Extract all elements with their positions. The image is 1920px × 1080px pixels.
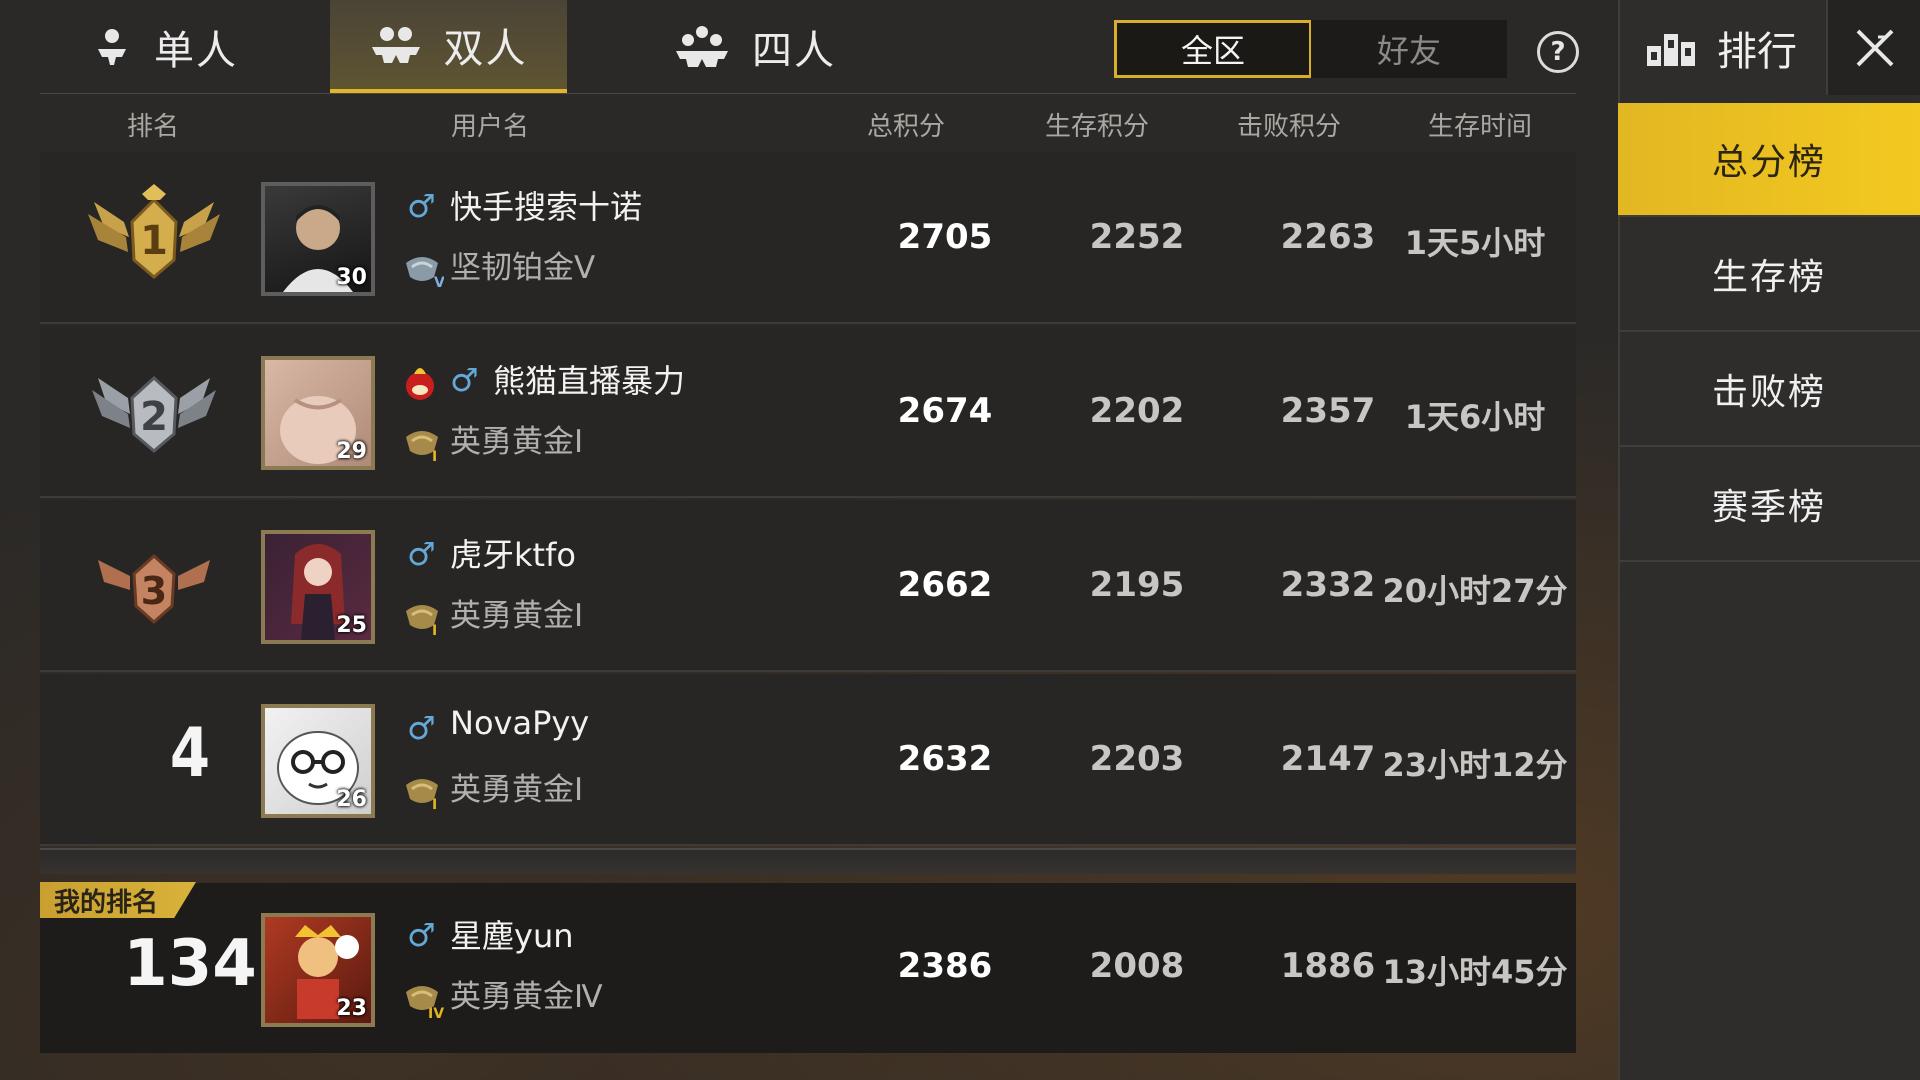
table-row[interactable]: 1 30 ♂ 快手搜索十诺 V 坚韧铂金Ⅴ 2705 2252 2263 1天5… bbox=[40, 152, 1576, 324]
gold-tier-icon: IV bbox=[406, 986, 444, 1020]
panel-title-label: 排行 bbox=[1717, 28, 1797, 75]
panel-title: 排行 bbox=[1618, 0, 1824, 95]
gold-tier-icon: I bbox=[406, 431, 438, 463]
total-score: 2705 bbox=[897, 217, 993, 257]
svg-text:I: I bbox=[432, 449, 437, 463]
platinum-tier-icon: V bbox=[406, 257, 444, 289]
survival-score: 2195 bbox=[1089, 565, 1185, 605]
tab-season-board[interactable]: 赛季榜 bbox=[1618, 448, 1920, 562]
table-row[interactable]: 3 25 ♂ 虎牙ktfo I 英勇黄金Ⅰ 2662 2195 2332 20小… bbox=[40, 500, 1576, 672]
avatar[interactable]: 23 bbox=[261, 913, 375, 1027]
help-icon[interactable]: ? bbox=[1537, 31, 1579, 73]
column-header-defeat: 击败积分 bbox=[1236, 112, 1342, 142]
level-number: 25 bbox=[336, 613, 367, 638]
svg-text:2: 2 bbox=[140, 394, 168, 440]
column-header-survival-time: 生存时间 bbox=[1427, 112, 1533, 142]
tab-solo[interactable]: 单人 bbox=[40, 0, 290, 93]
list-separator bbox=[40, 848, 1576, 874]
tier-label: 英勇黄金Ⅳ bbox=[450, 979, 603, 1015]
male-gender-icon: ♂ bbox=[407, 535, 436, 573]
total-score: 2386 bbox=[897, 946, 993, 986]
total-score: 2674 bbox=[897, 391, 993, 431]
survival-score: 2008 bbox=[1089, 946, 1185, 986]
avatar[interactable]: 29 bbox=[261, 356, 375, 470]
tab-total-board[interactable]: 总分榜 bbox=[1618, 103, 1920, 217]
survival-score: 2202 bbox=[1089, 391, 1185, 431]
player-name[interactable]: 星塵yun bbox=[450, 911, 574, 957]
svg-text:IV: IV bbox=[428, 1006, 444, 1020]
tab-squad-label: 四人 bbox=[752, 27, 836, 74]
player-name[interactable]: 虎牙ktfo bbox=[450, 530, 576, 576]
column-header-total: 总积分 bbox=[866, 112, 946, 142]
tab-defeat-board[interactable]: 击败榜 bbox=[1618, 333, 1920, 447]
svg-text:I: I bbox=[432, 623, 437, 637]
tier-label: 英勇黄金Ⅰ bbox=[450, 424, 584, 460]
gold-tier-icon: I bbox=[406, 605, 438, 637]
table-row[interactable]: 4 26 ♂ NovaPyy I 英勇黄金Ⅰ 2632 2203 2147 23… bbox=[40, 674, 1576, 846]
male-gender-icon: ♂ bbox=[407, 709, 436, 747]
tab-squad[interactable]: 四人 bbox=[630, 0, 880, 93]
player-name[interactable]: 熊猫直播暴力 bbox=[493, 356, 685, 402]
region-friends-button[interactable]: 好友 bbox=[1311, 20, 1507, 78]
avatar[interactable]: 30 bbox=[261, 182, 375, 296]
survival-score: 2252 bbox=[1089, 217, 1185, 257]
tab-duo-label: 双人 bbox=[443, 25, 528, 72]
survival-time: 1天5小时 bbox=[1404, 224, 1546, 262]
tab-duo[interactable]: 双人 bbox=[330, 0, 567, 93]
tier-label: 英勇黄金Ⅰ bbox=[450, 598, 584, 634]
player-name[interactable]: 快手搜索十诺 bbox=[450, 182, 642, 228]
avatar[interactable]: 26 bbox=[261, 704, 375, 818]
total-score: 2632 bbox=[897, 739, 993, 779]
bronze-wings-badge-icon: 3 bbox=[98, 553, 210, 625]
column-header-rank: 排名 bbox=[126, 112, 180, 142]
my-rank-number: 134 bbox=[123, 927, 257, 1001]
column-header-survival: 生存积分 bbox=[1044, 112, 1150, 142]
survival-score: 2203 bbox=[1089, 739, 1185, 779]
svg-text:3: 3 bbox=[141, 569, 167, 613]
survival-time: 23小时12分 bbox=[1382, 746, 1568, 784]
tier-label: 英勇黄金Ⅰ bbox=[450, 772, 584, 808]
level-number: 29 bbox=[336, 439, 367, 464]
squad-players-icon bbox=[676, 25, 728, 67]
close-button[interactable] bbox=[1826, 0, 1920, 95]
svg-text:1: 1 bbox=[140, 218, 168, 264]
gold-wings-badge-icon: 1 bbox=[88, 184, 220, 279]
male-gender-icon: ♂ bbox=[407, 187, 436, 225]
svg-text:I: I bbox=[432, 797, 437, 811]
player-name[interactable]: NovaPyy bbox=[450, 704, 589, 742]
gold-tier-icon: I bbox=[406, 779, 438, 811]
fire-emblem-icon bbox=[406, 368, 434, 400]
podium-icon bbox=[1647, 33, 1695, 66]
male-gender-icon: ♂ bbox=[407, 916, 436, 954]
table-row[interactable]: 2 29 ♂ 熊猫直播暴力 I 英勇黄金Ⅰ 2674 2202 2357 1天6… bbox=[40, 326, 1576, 498]
close-icon bbox=[1856, 29, 1894, 66]
column-header-username: 用户名 bbox=[450, 112, 530, 142]
tab-solo-label: 单人 bbox=[154, 27, 238, 74]
survival-time: 13小时45分 bbox=[1382, 953, 1568, 991]
my-rank-row[interactable]: 134 23 ♂ 星塵yun IV 英勇黄金Ⅳ 2386 2008 1886 1… bbox=[40, 883, 1576, 1053]
my-rank-label: 我的排名 bbox=[40, 882, 196, 918]
tab-survival-board[interactable]: 生存榜 bbox=[1618, 218, 1920, 332]
solo-player-icon bbox=[98, 28, 126, 65]
tier-label: 坚韧铂金Ⅴ bbox=[450, 250, 596, 286]
male-gender-icon: ♂ bbox=[450, 361, 479, 399]
survival-time: 1天6小时 bbox=[1404, 398, 1546, 436]
total-score: 2662 bbox=[897, 565, 993, 605]
survival-time: 20小时27分 bbox=[1382, 572, 1568, 610]
rank-number: 4 bbox=[169, 714, 211, 793]
duo-players-icon bbox=[371, 26, 420, 63]
tabs-divider bbox=[40, 93, 1576, 94]
svg-text:V: V bbox=[434, 275, 444, 289]
level-number: 23 bbox=[336, 996, 367, 1021]
region-all-button[interactable]: 全区 bbox=[1114, 20, 1312, 78]
silver-wings-badge-icon: 2 bbox=[92, 375, 216, 453]
level-number: 26 bbox=[336, 787, 367, 812]
avatar[interactable]: 25 bbox=[261, 530, 375, 644]
level-number: 30 bbox=[336, 265, 367, 290]
